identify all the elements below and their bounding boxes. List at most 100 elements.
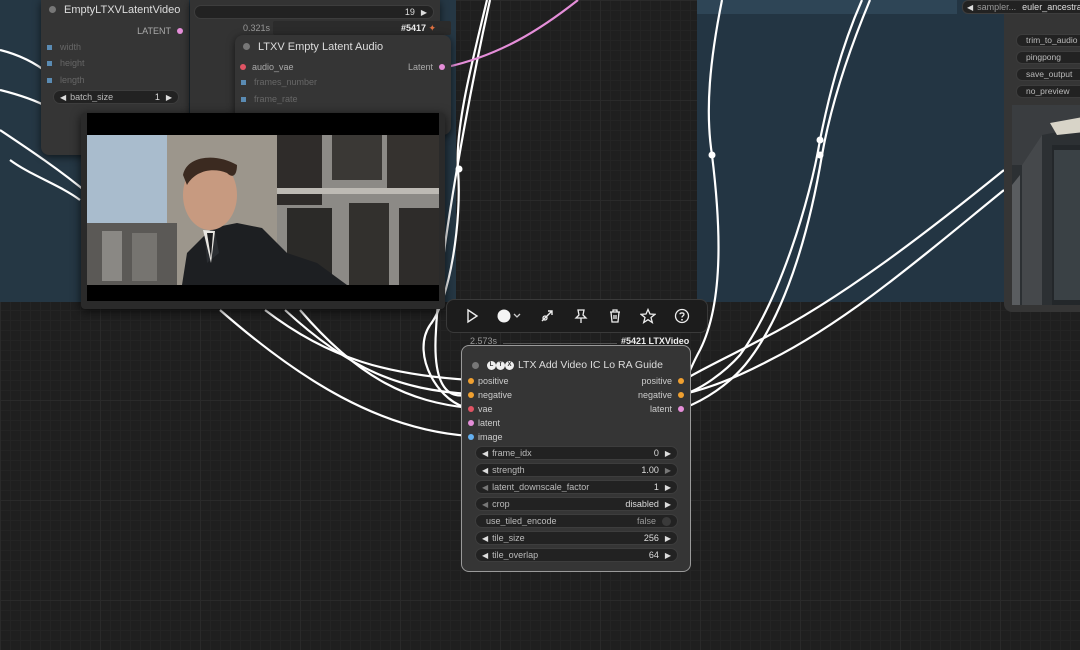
input-dot[interactable] <box>47 60 52 66</box>
increment-arrow-icon[interactable]: ▶ <box>665 500 671 509</box>
widget-value: 1 <box>154 92 160 102</box>
increment-arrow-icon[interactable]: ▶ <box>665 534 671 543</box>
corridor-image <box>1012 105 1080 305</box>
bypass-icon[interactable] <box>536 305 558 327</box>
tile-size-widget[interactable]: ◀ tile_size 256 ▶ <box>475 531 678 545</box>
output-positive[interactable]: positive <box>604 376 684 388</box>
play-icon[interactable] <box>461 305 483 327</box>
pin-icon[interactable] <box>570 305 592 327</box>
input-dot[interactable] <box>468 420 474 426</box>
collapse-dot-icon[interactable] <box>472 361 479 369</box>
widget-value: 1 <box>653 482 659 492</box>
input-height[interactable]: height <box>47 58 85 68</box>
widget-label: sampler... <box>977 2 1017 12</box>
input-dot[interactable] <box>47 44 52 50</box>
node-title-bar[interactable]: L T X LTX Add Video IC Lo RA Guide <box>472 353 690 377</box>
input-audio-vae[interactable]: audio_vae <box>240 62 294 72</box>
input-dot[interactable] <box>468 434 474 440</box>
output-negative[interactable]: negative <box>604 390 684 402</box>
node-title: LTX Add Video IC Lo RA Guide <box>518 359 663 371</box>
increment-arrow-icon[interactable]: ▶ <box>665 483 671 492</box>
latent-downscale-factor-widget[interactable]: ◀ latent_downscale_factor 1 ▶ <box>475 480 678 494</box>
collapse-dot-icon[interactable] <box>243 43 250 50</box>
video-preview-panel[interactable] <box>81 113 445 309</box>
widget-value: false <box>636 516 656 526</box>
star-icon[interactable] <box>637 305 659 327</box>
decrement-arrow-icon[interactable]: ◀ <box>60 93 66 102</box>
widget-label: tile_size <box>492 533 525 543</box>
ltx-logo-icon: L T X <box>487 360 514 370</box>
decrement-arrow-icon[interactable]: ◀ <box>482 466 488 475</box>
decrement-arrow-icon[interactable]: ◀ <box>967 3 973 12</box>
widget-label: batch_size <box>70 92 114 102</box>
output-dot[interactable] <box>678 392 684 398</box>
input-dot[interactable] <box>468 406 474 412</box>
decrement-arrow-icon[interactable]: ◀ <box>482 483 488 492</box>
output-label: Latent <box>407 62 433 72</box>
output-dot[interactable] <box>678 406 684 412</box>
output-latent[interactable]: Latent <box>408 62 451 72</box>
help-icon[interactable] <box>671 305 693 327</box>
input-dot[interactable] <box>468 392 474 398</box>
input-dot[interactable] <box>468 378 474 384</box>
input-dot[interactable] <box>47 77 52 83</box>
output-dot[interactable] <box>177 28 183 34</box>
input-dot[interactable] <box>241 96 246 102</box>
audio-node-timing: 0.321s <box>243 23 271 33</box>
sampler-widget[interactable]: ◀ sampler... euler_ancestral <box>962 0 1080 14</box>
increment-arrow-icon[interactable]: ▶ <box>665 551 671 560</box>
color-dot-icon[interactable] <box>495 305 525 327</box>
frame-idx-widget[interactable]: ◀ frame_idx 0 ▶ <box>475 446 678 460</box>
widget-label: crop <box>492 499 510 509</box>
right-node[interactable]: trim_to_audio pingpong save_output no_pr… <box>1004 0 1080 312</box>
input-dot[interactable] <box>240 64 246 70</box>
main-node-badge-line <box>503 343 617 344</box>
input-label: audio_vae <box>252 62 294 72</box>
input-length[interactable]: length <box>47 75 85 85</box>
decrement-arrow-icon[interactable]: ◀ <box>482 551 488 560</box>
output-label: positive <box>641 376 672 386</box>
increment-arrow-icon[interactable]: ▶ <box>665 466 671 475</box>
input-frame-rate[interactable]: frame_rate <box>241 94 298 104</box>
input-label: frame_rate <box>254 94 298 104</box>
output-dot[interactable] <box>678 378 684 384</box>
input-dot[interactable] <box>241 79 246 85</box>
input-width[interactable]: width <box>47 42 81 52</box>
pill-trim-to-audio[interactable]: trim_to_audio <box>1016 34 1080 47</box>
node-title: LTXV Empty Latent Audio <box>258 41 384 53</box>
value-widget[interactable]: 19 ▶ <box>194 5 434 19</box>
increment-arrow-icon[interactable]: ▶ <box>166 93 172 102</box>
widget-label: strength <box>492 465 525 475</box>
input-frames-number[interactable]: frames_number <box>241 77 317 87</box>
strength-widget[interactable]: ◀ strength 1.00 ▶ <box>475 463 678 477</box>
decrement-arrow-icon[interactable]: ◀ <box>482 500 488 509</box>
crop-widget[interactable]: ◀ crop disabled ▶ <box>475 497 678 511</box>
input-label: negative <box>478 390 513 400</box>
tile-overlap-widget[interactable]: ◀ tile_overlap 64 ▶ <box>475 548 678 562</box>
increment-arrow-icon[interactable]: ▶ <box>421 8 427 17</box>
pill-pingpong[interactable]: pingpong <box>1016 51 1080 64</box>
output-label: LATENT <box>137 26 171 36</box>
input-label: latent <box>478 418 501 428</box>
output-label: negative <box>637 390 672 400</box>
decrement-arrow-icon[interactable]: ◀ <box>482 449 488 458</box>
input-label: frames_number <box>254 77 318 87</box>
collapse-dot-icon[interactable] <box>49 6 56 13</box>
node-title: EmptyLTXVLatentVideo <box>64 4 181 16</box>
node-title-bar[interactable]: EmptyLTXVLatentVideo <box>49 4 189 28</box>
ltx-add-video-ic-lora-guide-node[interactable]: L T X LTX Add Video IC Lo RA Guide posit… <box>461 345 691 572</box>
increment-arrow-icon[interactable]: ▶ <box>665 449 671 458</box>
decrement-arrow-icon[interactable]: ◀ <box>482 534 488 543</box>
trash-icon[interactable] <box>604 305 626 327</box>
toggle-indicator-icon[interactable] <box>662 516 671 526</box>
output-latent[interactable]: LATENT <box>137 26 189 36</box>
output-dot[interactable] <box>439 64 445 70</box>
use-tiled-encode-toggle[interactable]: use_tiled_encode false <box>475 514 678 528</box>
output-latent[interactable]: latent <box>604 404 684 416</box>
pill-save-output[interactable]: save_output <box>1016 68 1080 81</box>
video-frame[interactable] <box>87 113 439 301</box>
widget-label: use_tiled_encode <box>486 516 557 526</box>
widget-label: latent_downscale_factor <box>492 482 590 492</box>
batch-size-widget[interactable]: ◀ batch_size 1 ▶ <box>53 90 179 104</box>
pill-no-preview[interactable]: no_preview <box>1016 85 1080 98</box>
